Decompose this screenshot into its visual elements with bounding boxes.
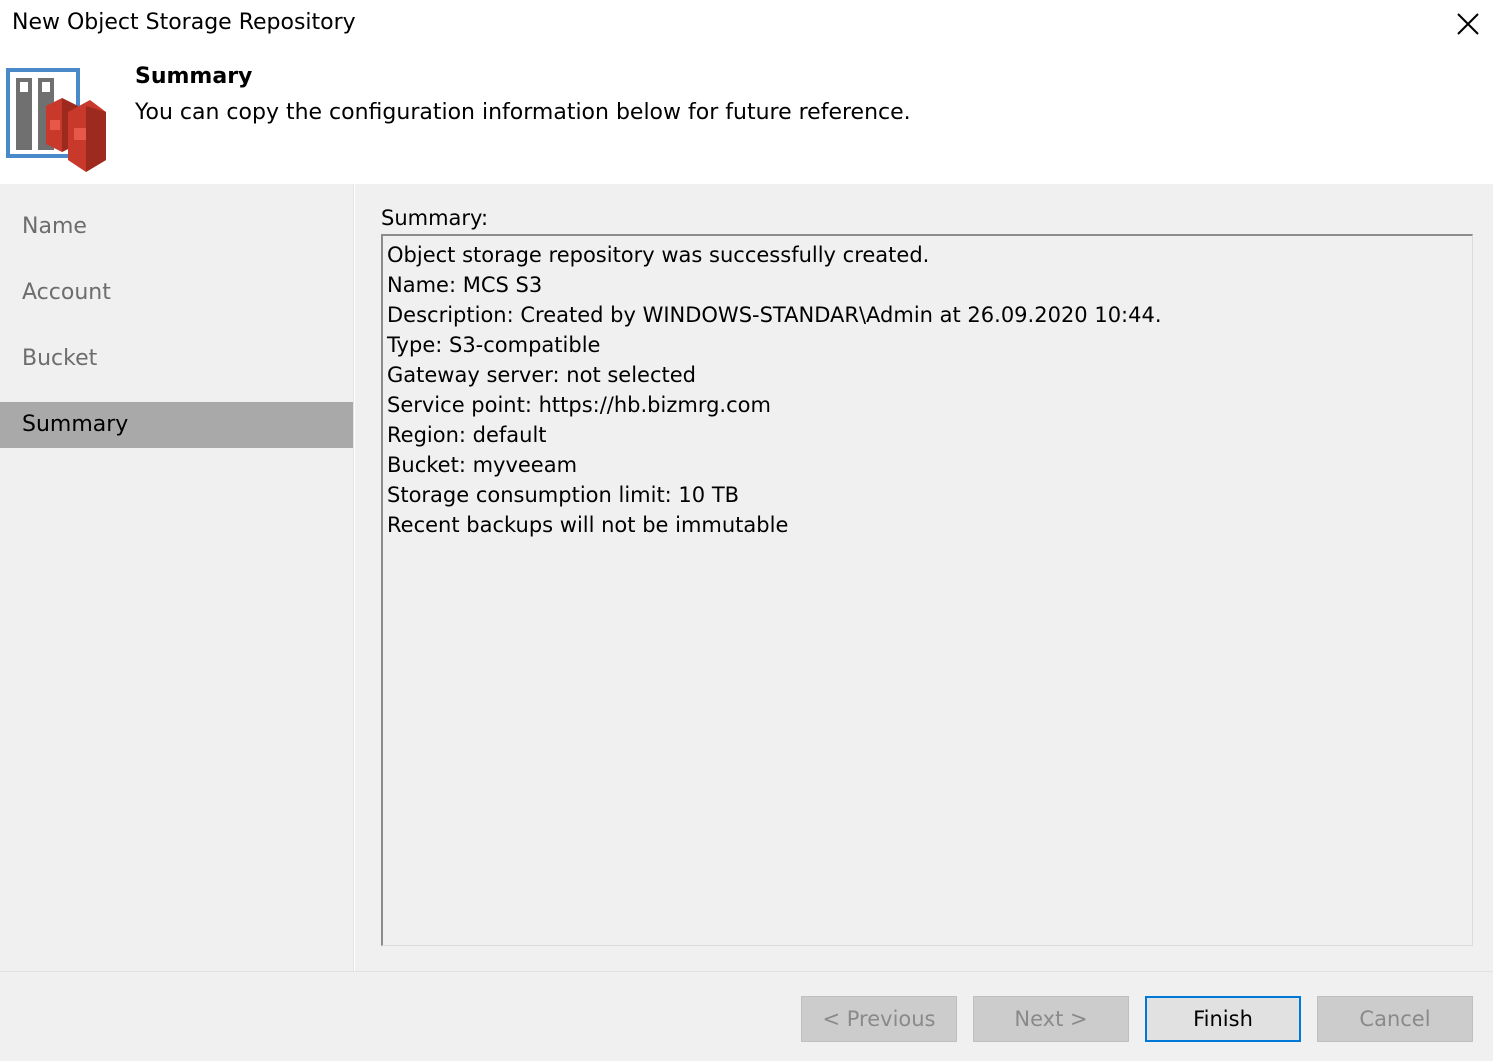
wizard-steps: Name Account Bucket Summary <box>0 184 354 971</box>
finish-button[interactable]: Finish <box>1145 996 1301 1042</box>
summary-line: Region: default <box>387 423 547 447</box>
summary-line: Service point: https://hb.bizmrg.com <box>387 393 771 417</box>
previous-button[interactable]: < Previous <box>801 996 957 1042</box>
summary-line: Bucket: myveeam <box>387 453 578 477</box>
window-title: New Object Storage Repository <box>12 10 356 35</box>
close-button[interactable] <box>1444 4 1492 44</box>
step-name[interactable]: Name <box>0 204 353 250</box>
summary-line: Storage consumption limit: 10 TB <box>387 483 740 507</box>
object-storage-repository-icon <box>6 68 106 172</box>
header-subtitle: You can copy the configuration informati… <box>135 100 911 125</box>
step-bucket[interactable]: Bucket <box>0 336 353 382</box>
header-title: Summary <box>135 64 253 89</box>
wizard-header: Summary You can copy the configuration i… <box>0 52 1493 184</box>
close-icon <box>1457 13 1479 35</box>
next-button[interactable]: Next > <box>973 996 1129 1042</box>
summary-line: Name: MCS S3 <box>387 273 543 297</box>
summary-line: Gateway server: not selected <box>387 363 697 387</box>
title-bar: New Object Storage Repository <box>0 0 1493 52</box>
summary-line: Recent backups will not be immutable <box>387 513 789 537</box>
summary-line: Object storage repository was successful… <box>387 243 930 267</box>
wizard-footer: < Previous Next > Finish Cancel <box>0 971 1493 1061</box>
summary-line: Description: Created by WINDOWS-STANDAR\… <box>387 303 1162 327</box>
step-account[interactable]: Account <box>0 270 353 316</box>
cancel-button[interactable]: Cancel <box>1317 996 1473 1042</box>
step-summary[interactable]: Summary <box>0 402 353 448</box>
summary-line: Type: S3-compatible <box>387 333 601 357</box>
summary-panel: Summary: Object storage repository was s… <box>355 184 1493 971</box>
summary-textbox[interactable]: Object storage repository was successful… <box>381 234 1473 946</box>
summary-label: Summary: <box>381 206 489 230</box>
